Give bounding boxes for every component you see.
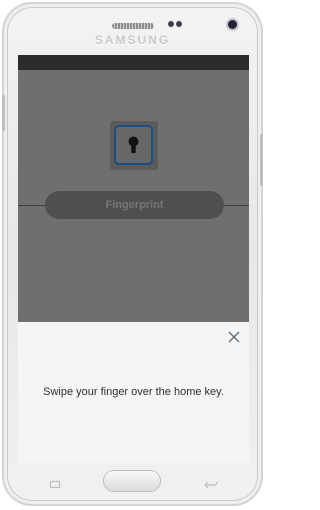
screen: Fingerprint Swipe your finger over the h… bbox=[18, 55, 249, 463]
back-icon[interactable] bbox=[204, 480, 218, 490]
instruction-text: Swipe your finger over the home key. bbox=[43, 386, 224, 398]
divider-left bbox=[18, 205, 48, 206]
fingerprint-frame bbox=[114, 125, 153, 165]
volume-button[interactable] bbox=[2, 95, 5, 131]
close-icon[interactable] bbox=[228, 331, 240, 343]
status-bar bbox=[18, 55, 249, 70]
recent-apps-icon[interactable] bbox=[49, 480, 61, 489]
phone-frame: SAMSUNG Fingerprint Swipe your finger ov… bbox=[2, 2, 263, 506]
home-key[interactable] bbox=[104, 471, 160, 491]
fingerprint-button[interactable]: Fingerprint bbox=[45, 191, 224, 219]
bottom-sheet: Swipe your finger over the home key. bbox=[18, 322, 249, 463]
fingerprint-tile bbox=[110, 121, 158, 170]
front-camera bbox=[228, 20, 237, 29]
keyhole-icon bbox=[128, 136, 139, 153]
power-button[interactable] bbox=[260, 134, 263, 186]
brand-logo: SAMSUNG bbox=[94, 33, 171, 47]
earpiece-speaker bbox=[112, 23, 154, 29]
proximity-sensor bbox=[168, 21, 174, 27]
light-sensor bbox=[176, 21, 182, 27]
